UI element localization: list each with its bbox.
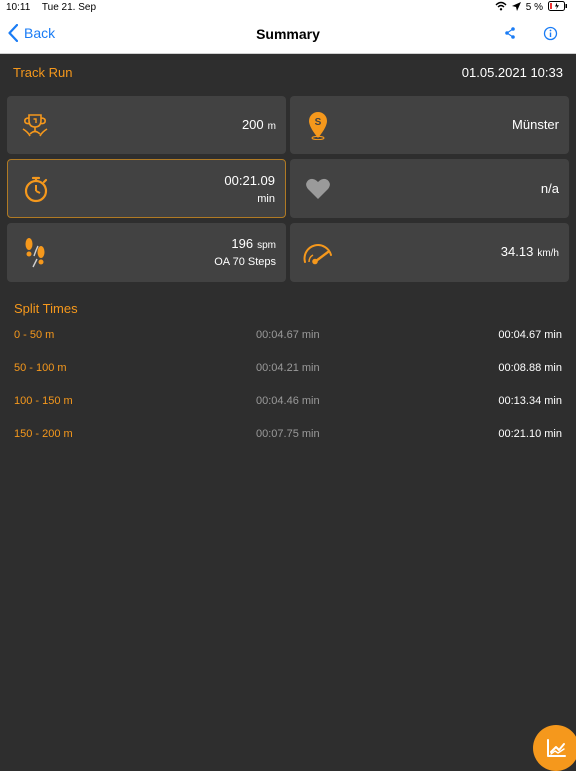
chart-icon	[547, 739, 566, 757]
cadence-unit: spm	[257, 240, 276, 251]
location-arrow-icon	[511, 1, 521, 14]
time-unit: min	[257, 193, 275, 205]
split-lap-time: 00:04.67 min	[256, 329, 320, 341]
run-type: Track Run	[13, 65, 73, 80]
split-total-time: 00:13.34 min	[498, 395, 562, 407]
cadence-value: 196	[231, 236, 254, 251]
heart-icon	[300, 171, 336, 207]
heart-rate-value: n/a	[540, 181, 559, 196]
distance-unit: m	[267, 121, 276, 132]
share-button[interactable]	[503, 26, 517, 45]
distance-value: 200	[241, 117, 264, 132]
split-row: 150 - 200 m 00:07.75 min 00:21.10 min	[0, 428, 576, 448]
run-header: Track Run 01.05.2021 10:33	[0, 53, 576, 91]
split-row: 0 - 50 m 00:04.67 min 00:04.67 min	[0, 329, 576, 349]
wifi-icon	[495, 1, 507, 14]
status-date: Tue 21. Sep	[41, 2, 97, 13]
split-row: 100 - 150 m 00:04.46 min 00:13.34 min	[0, 395, 576, 415]
speed-value: 34.13	[500, 244, 534, 259]
battery-icon	[548, 1, 568, 14]
split-lap-time: 00:04.21 min	[256, 362, 320, 374]
info-button[interactable]	[543, 26, 558, 46]
battery-percent: 5 %	[525, 2, 543, 13]
speed-unit: km/h	[537, 248, 559, 259]
footsteps-icon	[17, 235, 53, 271]
cadence-card[interactable]: 196 spm OA 70 Steps	[7, 223, 286, 282]
split-total-time: 00:08.88 min	[498, 362, 562, 374]
split-range: 150 - 200 m	[14, 428, 73, 440]
split-lap-time: 00:07.75 min	[256, 428, 320, 440]
chart-button[interactable]	[533, 725, 576, 771]
back-button[interactable]: Back	[8, 24, 55, 42]
split-range: 100 - 150 m	[14, 395, 73, 407]
split-range: 0 - 50 m	[14, 329, 55, 341]
speedometer-icon	[300, 235, 336, 271]
stopwatch-icon	[18, 171, 54, 207]
shoe-label: OA 70 Steps	[214, 256, 276, 268]
speed-card[interactable]: 34.13 km/h	[290, 223, 569, 282]
svg-text:S: S	[315, 117, 322, 128]
location-pin-icon: S	[300, 107, 336, 143]
status-bar: 10:11 Tue 21. Sep 5 %	[0, 0, 576, 16]
back-label: Back	[24, 25, 56, 41]
page-title: Summary	[256, 26, 320, 42]
navigation-bar: Back Summary	[0, 16, 576, 54]
distance-card[interactable]: 200 m	[7, 96, 286, 154]
split-times-title: Split Times	[14, 301, 78, 316]
split-range: 50 - 100 m	[14, 362, 67, 374]
time-value: 00:21.09	[224, 173, 275, 188]
split-total-time: 00:21.10 min	[498, 428, 562, 440]
split-row: 50 - 100 m 00:04.21 min 00:08.88 min	[0, 362, 576, 382]
trophy-icon	[17, 107, 53, 143]
location-card[interactable]: S Münster	[290, 96, 569, 154]
share-icon	[505, 27, 515, 39]
status-time: 10:11	[6, 2, 31, 13]
split-total-time: 00:04.67 min	[498, 329, 562, 341]
chevron-left-icon	[8, 24, 18, 42]
run-datetime: 01.05.2021 10:33	[461, 65, 563, 80]
heart-rate-card[interactable]: n/a	[290, 159, 569, 218]
split-lap-time: 00:04.46 min	[256, 395, 320, 407]
location-value: Münster	[512, 117, 559, 132]
info-icon	[543, 26, 558, 41]
time-card[interactable]: 00:21.09 min	[7, 159, 286, 218]
